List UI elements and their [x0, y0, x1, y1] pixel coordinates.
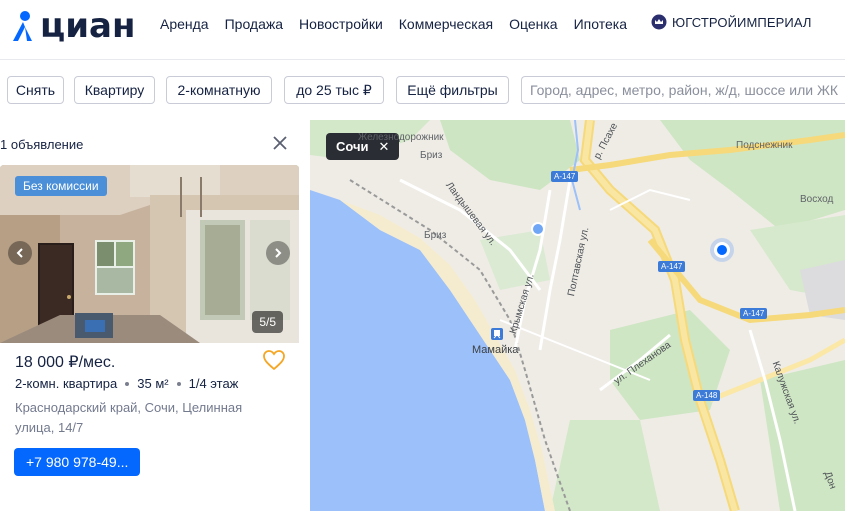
train-station-icon — [491, 328, 503, 340]
favorite-heart-icon[interactable] — [262, 348, 286, 372]
photo-prev-button[interactable] — [8, 241, 32, 265]
phone-button[interactable]: +7 980 978-49... — [14, 448, 141, 476]
nav-sale[interactable]: Продажа — [225, 16, 283, 32]
more-filters-button[interactable]: Ещё фильтры — [396, 76, 509, 104]
highway-badge: А-147 — [551, 171, 579, 182]
nav-commercial[interactable]: Коммерческая — [399, 16, 493, 32]
map-label-zheleznodorozhnik: Железнодорожник — [358, 132, 444, 143]
photo-next-button[interactable] — [266, 241, 290, 265]
listing-specs: 2-комн. квартира 35 м² 1/4 этаж — [15, 376, 238, 391]
listing-photo[interactable]: Без комиссии 5/5 — [0, 165, 299, 343]
partner-name: ЮГСТРОЙИМПЕРИАЛ — [672, 14, 812, 30]
crown-shield-icon — [651, 14, 667, 30]
listing-floor: 1/4 этаж — [188, 376, 239, 391]
nav-mortgage[interactable]: Ипотека — [574, 16, 627, 32]
map-label-voskhod: Восход — [800, 194, 834, 205]
logo[interactable]: циан — [10, 6, 135, 46]
top-header: циан Аренда Продажа Новостройки Коммерче… — [0, 0, 845, 60]
separator-dot — [176, 381, 181, 386]
nav-new-buildings[interactable]: Новостройки — [299, 16, 383, 32]
chevron-right-icon — [275, 248, 282, 258]
no-commission-badge: Без комиссии — [15, 176, 107, 196]
deal-type-filter[interactable]: Снять — [7, 76, 64, 104]
map-label-mamayka: Мамайка — [472, 344, 519, 356]
price-filter[interactable]: до 25 тыс ₽ — [284, 76, 384, 104]
close-icon[interactable] — [271, 134, 289, 152]
property-type-filter[interactable]: Квартиру — [74, 76, 155, 104]
highway-badge: А-147 — [658, 261, 686, 272]
map-label-briz: Бриз — [424, 230, 447, 241]
listing-rooms: 2-комн. квартира — [15, 376, 118, 391]
highway-badge: А-147 — [740, 308, 768, 319]
listing-price: 18 000 ₽/мес. — [15, 354, 116, 371]
separator-dot — [125, 381, 130, 386]
filter-bar: Снять Квартиру 2-комнатную до 25 тыс ₽ Е… — [0, 60, 845, 120]
listing-area: 35 м² — [137, 376, 169, 391]
logo-mark-icon — [13, 11, 32, 41]
chevron-left-icon — [16, 248, 23, 258]
highway-badge: А-148 — [693, 390, 721, 401]
rooms-filter[interactable]: 2-комнатную — [166, 76, 272, 104]
listing-panel: 1 объявление Без комиссии 5/5 18 000 ₽/м… — [0, 120, 310, 511]
search-input[interactable] — [521, 76, 845, 104]
map-view[interactable]: Сочи ✕ Железнодорожник Бриз Бриз Подснеж… — [310, 120, 845, 511]
map-marker[interactable] — [531, 222, 545, 236]
nav-rent[interactable]: Аренда — [160, 16, 209, 32]
listing-address: Краснодарский край, Сочи, Целинная улица… — [15, 400, 243, 435]
nav-valuation[interactable]: Оценка — [509, 16, 558, 32]
logo-text: циан — [40, 6, 136, 46]
location-dot-icon — [714, 242, 730, 258]
map-label-podsnezhnik: Подснежник — [736, 140, 793, 151]
partner-link[interactable]: ЮГСТРОЙИМПЕРИАЛ — [651, 14, 812, 30]
listing-map-marker[interactable] — [710, 238, 734, 262]
map-label-briz: Бриз — [420, 150, 443, 161]
photo-counter: 5/5 — [252, 311, 283, 333]
results-count: 1 объявление — [0, 137, 84, 152]
main-nav: Аренда Продажа Новостройки Коммерческая … — [160, 16, 643, 32]
